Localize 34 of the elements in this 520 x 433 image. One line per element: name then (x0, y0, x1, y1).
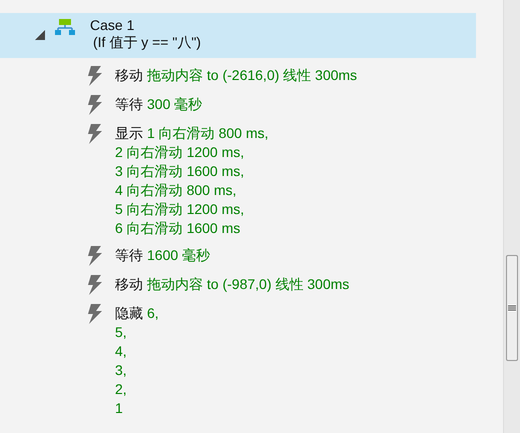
case-row[interactable]: Case 1 (If 值于 y == "八") (0, 13, 476, 58)
action-verb: 显示 (115, 124, 143, 143)
case-condition: (If 值于 y == "八") (93, 34, 201, 51)
action-detail: 1 向右滑动 800 ms, (147, 124, 268, 143)
action-detail: 4 向右滑动 800 ms, (115, 181, 238, 200)
case-label: Case 1 (90, 17, 136, 34)
action-detail: 2 向右滑动 1200 ms, (115, 143, 246, 162)
flowchart-icon (55, 19, 75, 35)
action-verb: 移动 (115, 66, 143, 85)
action-detail: 拖动内容 to (-2616,0) 线性 300ms (147, 66, 358, 85)
action-detail: 5 向右滑动 1200 ms, (115, 200, 246, 219)
action-detail: 5, (115, 323, 128, 342)
lightning-icon (85, 124, 103, 145)
action-verb: 移动 (115, 275, 143, 294)
action-detail: 6, (147, 304, 159, 323)
lightning-icon (85, 304, 103, 325)
action-verb: 等待 (115, 95, 143, 114)
action-detail: 3 向右滑动 1600 ms, (115, 162, 246, 181)
action-verb: 隐藏 (115, 304, 143, 323)
scrollbar-thumb[interactable] (506, 255, 518, 361)
action-detail: 300 毫秒 (147, 95, 202, 114)
lightning-icon (85, 275, 103, 296)
lightning-icon (85, 246, 103, 267)
action-detail: 1600 毫秒 (147, 246, 210, 265)
action-detail: 3, (115, 361, 128, 380)
action-verb: 等待 (115, 246, 143, 265)
lightning-icon (85, 66, 103, 87)
action-detail: 2, (115, 380, 128, 399)
action-detail: 6 向右滑动 1600 ms (115, 219, 242, 238)
action-detail: 1 (115, 399, 124, 418)
action-detail: 4, (115, 342, 128, 361)
collapse-triangle-icon[interactable] (35, 30, 45, 40)
lightning-icon (85, 95, 103, 116)
action-detail: 拖动内容 to (-987,0) 线性 300ms (147, 275, 350, 294)
